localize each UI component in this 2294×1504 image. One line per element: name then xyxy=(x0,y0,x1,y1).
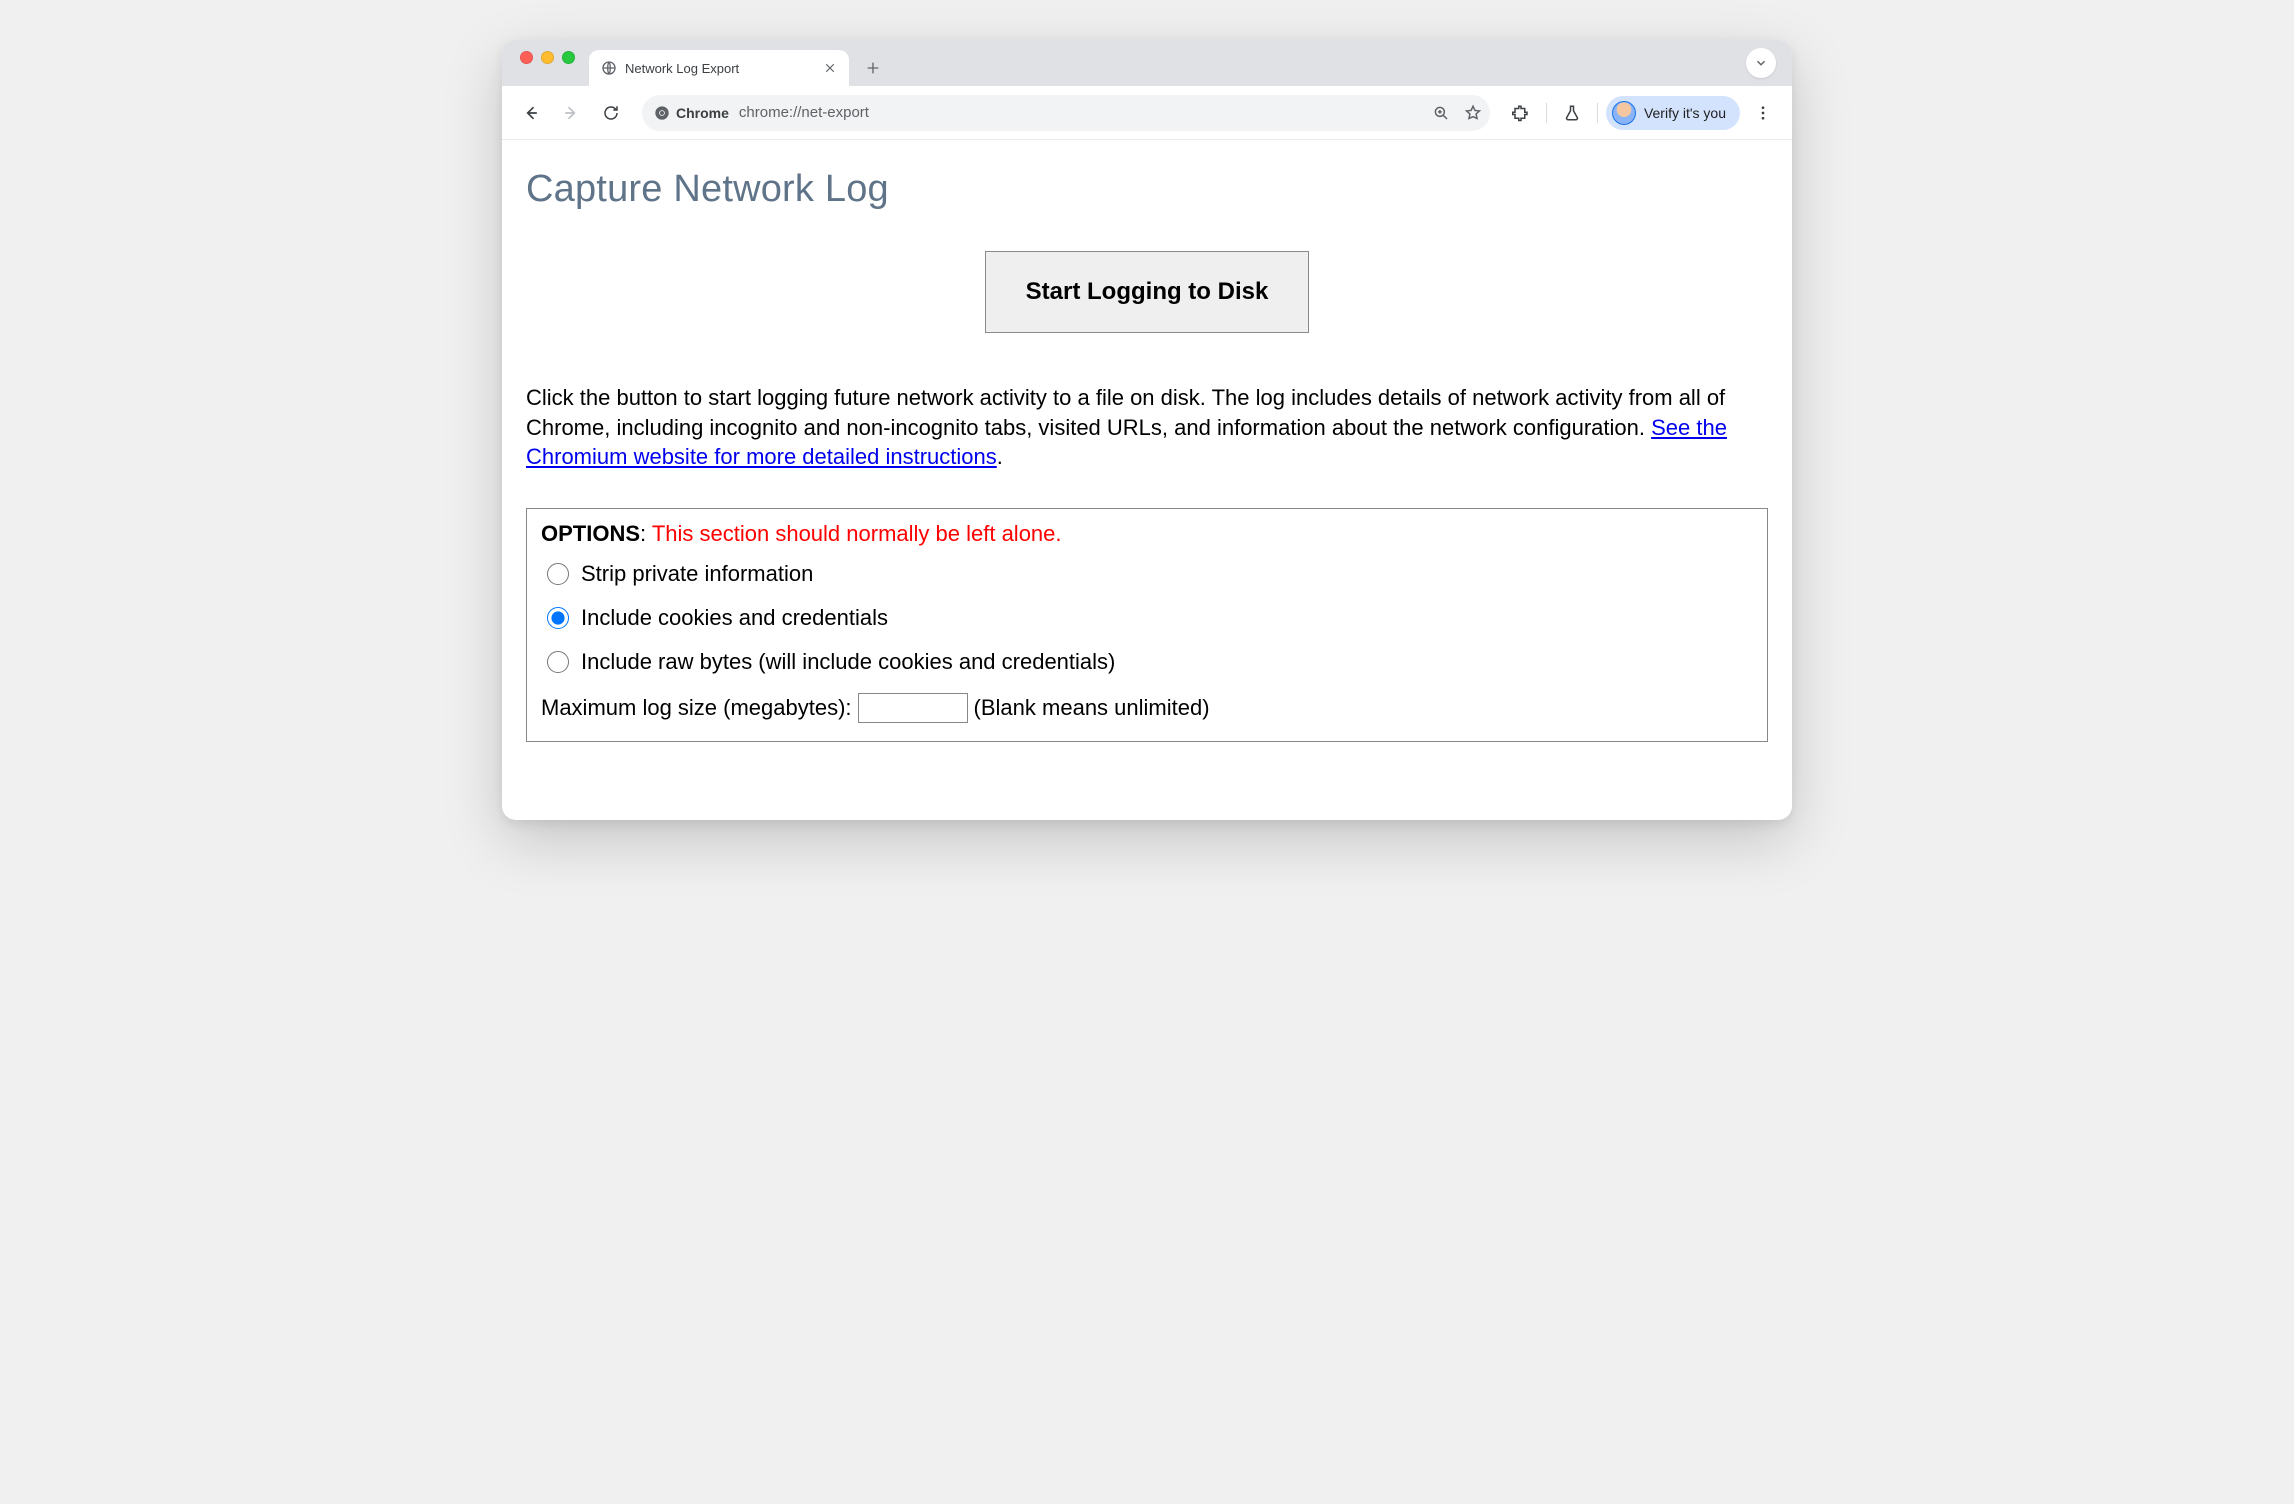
radio-label: Include raw bytes (will include cookies … xyxy=(581,649,1115,675)
back-button[interactable] xyxy=(514,96,548,130)
browser-tab[interactable]: Network Log Export xyxy=(589,50,849,86)
browser-toolbar: Chrome chrome://net-export xyxy=(502,86,1792,140)
tab-strip: Network Log Export xyxy=(502,40,1792,86)
capture-mode-radios: Strip private information Include cookie… xyxy=(541,561,1753,675)
site-chip-label: Chrome xyxy=(676,105,729,121)
bookmark-star-icon[interactable] xyxy=(1464,104,1482,122)
options-header: OPTIONS: This section should normally be… xyxy=(541,521,1753,547)
options-label: OPTIONS xyxy=(541,521,640,546)
radio-input[interactable] xyxy=(547,563,569,585)
description-text: Click the button to start logging future… xyxy=(526,383,1768,472)
browser-window: Network Log Export xyxy=(502,40,1792,820)
radio-include-raw-bytes[interactable]: Include raw bytes (will include cookies … xyxy=(547,649,1753,675)
radio-label: Include cookies and credentials xyxy=(581,605,888,631)
radio-label: Strip private information xyxy=(581,561,813,587)
window-controls xyxy=(512,51,583,76)
tab-title: Network Log Export xyxy=(625,61,815,76)
verify-label: Verify it's you xyxy=(1644,105,1726,121)
new-tab-button[interactable] xyxy=(859,54,887,82)
url-text: chrome://net-export xyxy=(739,104,869,121)
max-size-hint: (Blank means unlimited) xyxy=(974,695,1210,721)
max-log-size-row: Maximum log size (megabytes): (Blank mea… xyxy=(541,693,1753,723)
zoom-icon[interactable] xyxy=(1432,104,1450,122)
radio-input[interactable] xyxy=(547,651,569,673)
radio-strip-private[interactable]: Strip private information xyxy=(547,561,1753,587)
labs-button[interactable] xyxy=(1555,96,1589,130)
toolbar-divider xyxy=(1597,103,1598,123)
tab-search-button[interactable] xyxy=(1746,48,1776,78)
globe-icon xyxy=(601,60,617,76)
chrome-icon xyxy=(654,105,670,121)
radio-include-cookies[interactable]: Include cookies and credentials xyxy=(547,605,1753,631)
reload-button[interactable] xyxy=(594,96,628,130)
options-warning: This section should normally be left alo… xyxy=(652,521,1062,546)
description-pre: Click the button to start logging future… xyxy=(526,385,1725,440)
verify-identity-chip[interactable]: Verify it's you xyxy=(1606,96,1740,130)
close-window-button[interactable] xyxy=(520,51,533,64)
page-content: Capture Network Log Start Logging to Dis… xyxy=(502,140,1792,820)
close-tab-icon[interactable] xyxy=(823,61,837,75)
maximize-window-button[interactable] xyxy=(562,51,575,64)
max-size-label: Maximum log size (megabytes): xyxy=(541,695,852,721)
minimize-window-button[interactable] xyxy=(541,51,554,64)
site-chip: Chrome xyxy=(654,105,729,121)
radio-input[interactable] xyxy=(547,607,569,629)
app-menu-button[interactable] xyxy=(1746,96,1780,130)
extensions-button[interactable] xyxy=(1504,96,1538,130)
page-title: Capture Network Log xyxy=(526,168,1768,211)
description-post: . xyxy=(997,444,1003,469)
max-size-input[interactable] xyxy=(858,693,968,723)
toolbar-divider xyxy=(1546,103,1547,123)
address-bar[interactable]: Chrome chrome://net-export xyxy=(642,95,1490,131)
forward-button[interactable] xyxy=(554,96,588,130)
options-section: OPTIONS: This section should normally be… xyxy=(526,508,1768,742)
avatar-icon xyxy=(1612,101,1636,125)
start-logging-button[interactable]: Start Logging to Disk xyxy=(985,251,1310,333)
